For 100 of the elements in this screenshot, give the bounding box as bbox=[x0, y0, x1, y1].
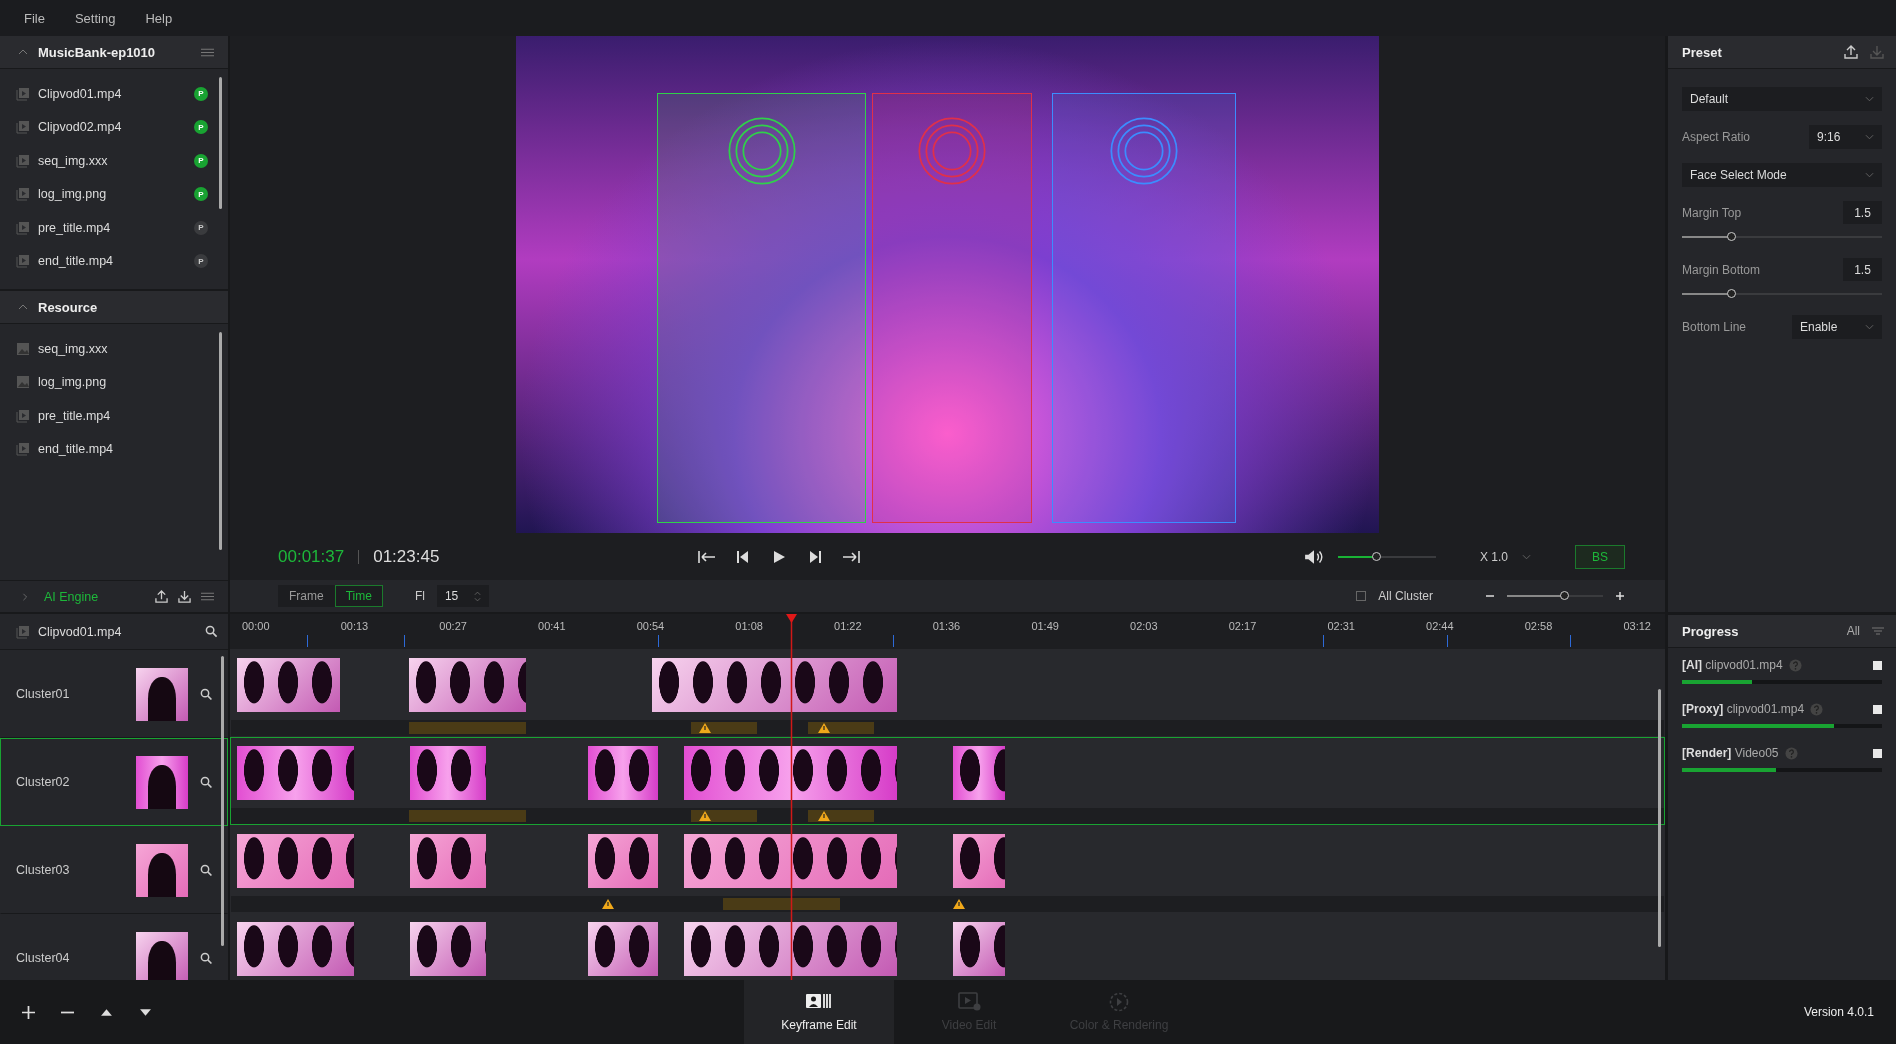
stop-icon[interactable] bbox=[1873, 748, 1882, 758]
clip-strip[interactable] bbox=[408, 658, 527, 712]
proxy-badge: P bbox=[194, 220, 208, 235]
menu-item[interactable]: Setting bbox=[74, 10, 116, 26]
cluster-row[interactable]: Cluster02 bbox=[0, 738, 228, 826]
clip-strip[interactable] bbox=[683, 746, 898, 800]
task-name: [Render] Video05 bbox=[1682, 746, 1779, 760]
current-time: 00:01:37 bbox=[278, 546, 345, 567]
volume-slider[interactable] bbox=[1337, 555, 1436, 558]
filter-dropdown[interactable]: All bbox=[1846, 624, 1860, 638]
section-title: Resource bbox=[38, 299, 98, 315]
go-to-end-icon[interactable] bbox=[842, 549, 860, 564]
keyframe-range-bar[interactable] bbox=[808, 810, 875, 822]
field-label: Margin Bottom bbox=[1682, 262, 1761, 277]
clip-strip[interactable] bbox=[683, 922, 898, 976]
clip-strip[interactable] bbox=[953, 922, 1005, 976]
media-list-item[interactable]: seq_img.xxx P bbox=[0, 144, 228, 178]
warning-icon[interactable] bbox=[952, 899, 965, 909]
number-field[interactable]: 1.5 bbox=[1843, 201, 1882, 224]
ruler-label: 03:12 bbox=[1623, 620, 1651, 632]
stop-icon[interactable] bbox=[1873, 660, 1882, 670]
list-menu-icon[interactable] bbox=[201, 590, 214, 603]
video-file-icon bbox=[16, 254, 30, 269]
clip-strip[interactable] bbox=[236, 658, 340, 712]
search-icon[interactable] bbox=[200, 687, 213, 701]
mode-toggle[interactable]: Frame bbox=[278, 585, 335, 607]
keyframe-range-bar[interactable] bbox=[691, 722, 757, 734]
search-icon[interactable] bbox=[200, 951, 213, 965]
face-silhouette-thumbnail bbox=[136, 931, 189, 980]
warning-icon[interactable] bbox=[699, 811, 712, 821]
checkbox[interactable] bbox=[1356, 591, 1367, 601]
zoom-in-icon[interactable] bbox=[1615, 591, 1625, 601]
search-icon[interactable] bbox=[200, 863, 213, 877]
face-tracking-box[interactable] bbox=[871, 92, 1033, 524]
scrollbar[interactable] bbox=[1658, 689, 1661, 948]
clip-strip[interactable] bbox=[410, 834, 487, 888]
media-list-item[interactable]: end_title.mp4 bbox=[0, 432, 228, 466]
go-to-start-icon[interactable] bbox=[698, 549, 716, 564]
warning-icon[interactable] bbox=[601, 899, 614, 909]
media-list-item[interactable]: seq_img.xxx bbox=[0, 332, 228, 366]
media-list-item[interactable]: Clipvod01.mp4 P bbox=[0, 77, 228, 111]
chevron-up-icon[interactable] bbox=[18, 48, 28, 56]
panel-title: Progress bbox=[1682, 623, 1739, 639]
list-menu-icon[interactable] bbox=[201, 47, 214, 57]
keyframe-range-bar[interactable] bbox=[691, 810, 757, 822]
clip-strip[interactable] bbox=[953, 834, 1005, 888]
stop-icon[interactable] bbox=[1873, 704, 1882, 714]
warning-icon[interactable] bbox=[818, 723, 831, 733]
frame-step-field[interactable]: 15 bbox=[436, 585, 490, 607]
clip-strip[interactable] bbox=[683, 834, 898, 888]
clip-strip[interactable] bbox=[587, 834, 658, 888]
mode-toggle[interactable]: Time bbox=[334, 585, 383, 607]
clip-strip[interactable] bbox=[587, 922, 658, 976]
cluster-name: Cluster01 bbox=[16, 687, 71, 701]
clip-strip[interactable] bbox=[410, 922, 487, 976]
cluster-row[interactable]: Cluster01 bbox=[0, 650, 228, 738]
face-tracking-box[interactable] bbox=[1051, 92, 1236, 524]
volume-icon[interactable] bbox=[1303, 548, 1324, 565]
number-field[interactable]: 1.5 bbox=[1843, 258, 1882, 281]
add-icon[interactable] bbox=[22, 1005, 35, 1019]
playhead[interactable] bbox=[786, 614, 798, 980]
chevron-up-icon[interactable] bbox=[18, 303, 28, 311]
clip-strip[interactable] bbox=[236, 746, 355, 800]
keyframe-range-bar[interactable] bbox=[808, 722, 875, 734]
warning-icon[interactable] bbox=[818, 811, 831, 821]
menu-item[interactable]: File bbox=[24, 10, 45, 26]
ruler-label: 01:08 bbox=[735, 620, 763, 632]
ai-engine-title[interactable]: AI Engine bbox=[44, 589, 99, 604]
media-list-item[interactable]: pre_title.mp4 bbox=[0, 399, 228, 433]
clip-strip[interactable] bbox=[236, 922, 355, 976]
workspace-tab[interactable]: Keyframe Edit bbox=[744, 980, 894, 1044]
upload-icon[interactable] bbox=[155, 590, 168, 603]
clip-strip[interactable] bbox=[236, 834, 355, 888]
warning-icon[interactable] bbox=[699, 723, 712, 733]
cluster-row[interactable]: Cluster03 bbox=[0, 826, 228, 914]
bs-button[interactable]: BS bbox=[1575, 544, 1625, 569]
media-list-item[interactable]: log_img.png P bbox=[0, 177, 228, 211]
clip-strip[interactable] bbox=[953, 746, 1005, 800]
scrollbar[interactable] bbox=[221, 656, 224, 947]
media-list-item[interactable]: Clipvod02.mp4 P bbox=[0, 110, 228, 144]
search-icon[interactable] bbox=[200, 775, 213, 789]
clip-strip[interactable] bbox=[587, 746, 658, 800]
search-icon[interactable] bbox=[205, 625, 218, 638]
speed-dropdown[interactable]: X 1.0 bbox=[1479, 549, 1508, 564]
preset-dropdown[interactable]: Default bbox=[1682, 87, 1882, 111]
clip-strip[interactable] bbox=[652, 658, 898, 712]
media-list-item[interactable]: end_title.mp4 P bbox=[0, 244, 228, 278]
upload-icon[interactable] bbox=[1844, 45, 1858, 59]
proxy-badge: P bbox=[194, 153, 208, 168]
scrollbar[interactable] bbox=[219, 77, 222, 209]
ruler-label: 01:49 bbox=[1031, 620, 1059, 632]
media-list-item[interactable]: log_img.png bbox=[0, 365, 228, 399]
aspect-ratio-dropdown[interactable]: 9:16 bbox=[1809, 125, 1882, 149]
scrollbar[interactable] bbox=[219, 332, 222, 550]
clip-strip[interactable] bbox=[410, 746, 487, 800]
media-list-item[interactable]: pre_title.mp4 P bbox=[0, 211, 228, 245]
face-tracking-box[interactable] bbox=[656, 92, 867, 524]
mode-dropdown[interactable]: Face Select Mode bbox=[1682, 163, 1882, 187]
menu-item[interactable]: Help bbox=[145, 10, 173, 26]
bottom-line-dropdown[interactable]: Enable bbox=[1792, 315, 1882, 339]
